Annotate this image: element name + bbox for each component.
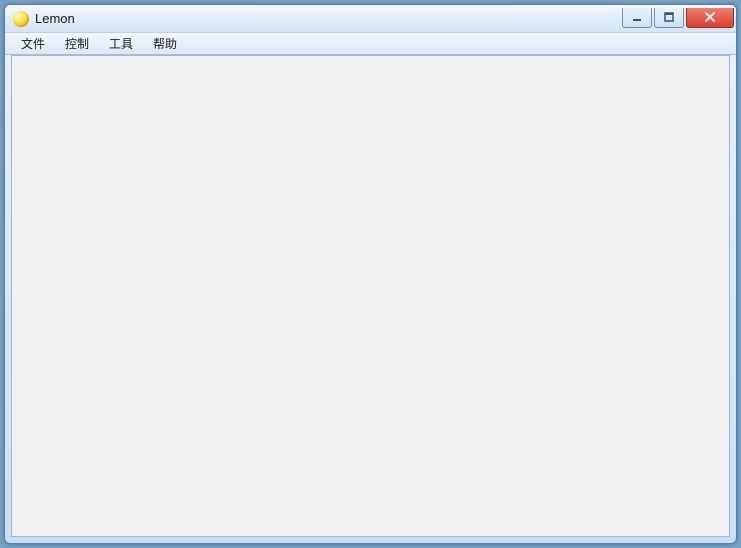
menu-help-label: 帮助	[153, 35, 177, 52]
minimize-button[interactable]	[622, 8, 652, 28]
menu-control-label: 控制	[65, 35, 89, 52]
menubar: 文件 控制 工具 帮助	[5, 33, 736, 55]
lemon-icon	[13, 11, 29, 27]
window-buttons	[622, 8, 734, 28]
menu-tools-label: 工具	[109, 35, 133, 52]
window-title: Lemon	[35, 11, 75, 26]
close-icon	[704, 12, 716, 22]
maximize-icon	[664, 12, 674, 22]
maximize-button[interactable]	[654, 8, 684, 28]
titlebar[interactable]: Lemon	[5, 5, 736, 33]
menu-tools[interactable]: 工具	[99, 33, 143, 54]
client-area	[11, 55, 730, 537]
minimize-icon	[632, 12, 642, 22]
close-button[interactable]	[686, 8, 734, 28]
menu-file[interactable]: 文件	[11, 33, 55, 54]
menu-help[interactable]: 帮助	[143, 33, 187, 54]
menu-control[interactable]: 控制	[55, 33, 99, 54]
menu-file-label: 文件	[21, 35, 45, 52]
app-window: Lemon 文件 控制 工具 帮助	[4, 4, 737, 544]
